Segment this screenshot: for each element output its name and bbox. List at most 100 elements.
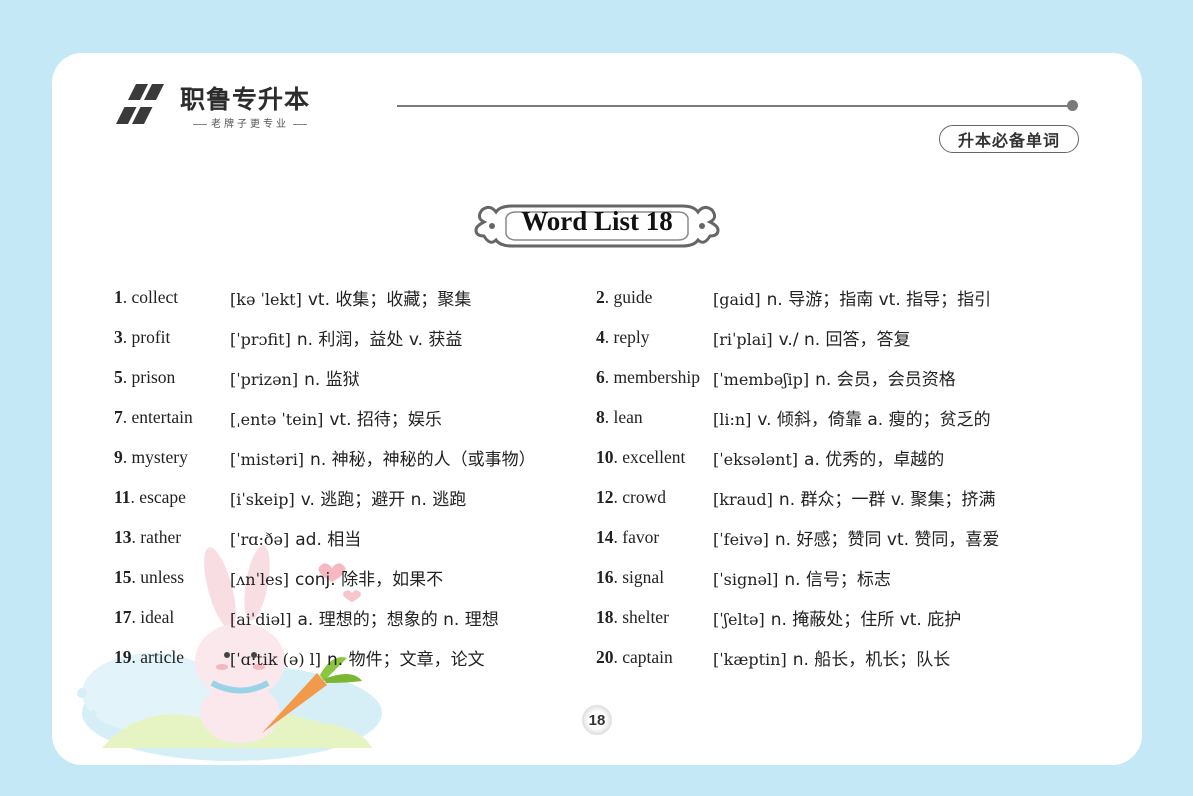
entry-number: 14 xyxy=(596,526,614,547)
list-item: 2. guide [gaid] n. 导游；指南 vt. 指导；指引 xyxy=(596,286,992,310)
list-item: 1. collect [kə ˈlekt] vt. 收集；收藏；聚集 xyxy=(114,286,472,310)
entry-number: 19 xyxy=(114,646,132,667)
entry-phonetic: [kə ˈlekt] vt. 收集；收藏；聚集 xyxy=(230,289,472,310)
entry-word: prison xyxy=(131,366,176,387)
entry-phonetic: [ˈfeivə] n. 好感；赞同 vt. 赞同，喜爱 xyxy=(713,529,1000,550)
entry-word: unless xyxy=(140,566,184,587)
list-item: 5. prison [ˈprizən] n. 监狱 xyxy=(114,366,360,390)
entry-phonetic: [iˈskeip] v. 逃跑；避开 n. 逃跑 xyxy=(230,489,467,510)
entry-definition: n. 神秘，神秘的人（或事物） xyxy=(310,449,536,470)
list-item: 7. entertain [ˌentə ˈtein] vt. 招待；娱乐 xyxy=(114,406,442,430)
entry-number: 8 xyxy=(596,406,605,427)
entry-definition: vt. 招待；娱乐 xyxy=(329,409,442,430)
entry-number: 4 xyxy=(596,326,605,347)
entry-definition: n. 物件；文章，论文 xyxy=(327,649,485,670)
entry-definition: v. 逃跑；避开 n. 逃跑 xyxy=(300,489,467,510)
page-card: 职鲁专升本 老牌子更专业 升本必备单词 Word List 18 1 . col… xyxy=(52,53,1142,765)
entry-number: 11 xyxy=(114,486,131,507)
entry-phonetic: [ˈmistəri] n. 神秘，神秘的人（或事物） xyxy=(230,449,536,470)
entry-phonetic: [gaid] n. 导游；指南 vt. 指导；指引 xyxy=(713,289,992,310)
entry-phonetic: [riˈplai] v./ n. 回答，答复 xyxy=(713,329,911,350)
page-number: 18 xyxy=(582,705,612,735)
entry-number: 17 xyxy=(114,606,132,627)
entry-definition: v./ n. 回答，答复 xyxy=(778,329,911,350)
entry-number: 7 xyxy=(114,406,123,427)
entry-number: 13 xyxy=(114,526,132,547)
entry-phonetic: [ʌnˈles] conj. 除非，如果不 xyxy=(230,569,444,590)
entry-definition: v. 倾斜，倚靠 a. 瘦的；贫乏的 xyxy=(757,409,991,430)
entry-word: entertain xyxy=(131,406,193,427)
entry-word: signal xyxy=(622,566,665,587)
entry-definition: n. 掩蔽处；住所 vt. 庇护 xyxy=(770,609,962,630)
entry-phonetic: [ˈkæptin] n. 船长，机长；队长 xyxy=(713,649,951,670)
entry-word: article xyxy=(140,646,184,667)
entry-word: rather xyxy=(140,526,182,547)
entry-phonetic: [ˈrɑ:ðə] ad. 相当 xyxy=(230,529,362,550)
entry-phonetic: [kraud] n. 群众；一群 v. 聚集；挤满 xyxy=(713,489,996,510)
entry-word: collect xyxy=(131,286,179,307)
entry-definition: ad. 相当 xyxy=(295,529,362,550)
entry-number: 5 xyxy=(114,366,123,387)
entry-definition: n. 船长，机长；队长 xyxy=(792,649,951,670)
list-item: 4. reply [riˈplai] v./ n. 回答，答复 xyxy=(596,326,911,350)
entry-definition: n. 利润，益处 v. 获益 xyxy=(296,329,463,350)
entry-word: profit xyxy=(131,326,171,347)
entry-phonetic: [ˈsignəl] n. 信号；标志 xyxy=(713,569,891,590)
entry-phonetic: [ˈprizən] n. 监狱 xyxy=(230,369,360,390)
list-item: 15. unless [ʌnˈles] conj. 除非，如果不 xyxy=(114,566,444,590)
entry-word: ideal xyxy=(140,606,175,627)
entry-phonetic: [ˈeksələnt] a. 优秀的，卓越的 xyxy=(713,449,945,470)
entry-phonetic: [ˌentə ˈtein] vt. 招待；娱乐 xyxy=(230,409,442,430)
list-item: 20. captain [ˈkæptin] n. 船长，机长；队长 xyxy=(596,646,951,670)
entry-word: mystery xyxy=(131,446,188,467)
entry-word: favor xyxy=(622,526,660,547)
entry-definition: n. 会员，会员资格 xyxy=(815,369,956,390)
entry-definition: a. 优秀的，卓越的 xyxy=(804,449,945,470)
entry-phonetic: [ˈmembəʃip] n. 会员，会员资格 xyxy=(713,369,956,390)
entry-word: reply xyxy=(613,326,650,347)
list-item: 10. excellent [ˈeksələnt] a. 优秀的，卓越的 xyxy=(596,446,945,470)
entry-phonetic: [aiˈdiəl] a. 理想的；想象的 n. 理想 xyxy=(230,609,499,630)
list-item: 12. crowd [kraud] n. 群众；一群 v. 聚集；挤满 xyxy=(596,486,996,510)
list-item: 16. signal [ˈsignəl] n. 信号；标志 xyxy=(596,566,891,590)
entry-word: excellent xyxy=(622,446,686,467)
entry-number: 20 xyxy=(596,646,614,667)
entry-word: membership xyxy=(613,366,701,387)
entry-phonetic: [ˈprɔfit] n. 利润，益处 v. 获益 xyxy=(230,329,463,350)
list-item: 13. rather [ˈrɑ:ðə] ad. 相当 xyxy=(114,526,362,550)
word-list: 1. collect [kə ˈlekt] vt. 收集；收藏；聚集 3. pro… xyxy=(52,53,1142,765)
entry-number: 9 xyxy=(114,446,123,467)
entry-word: guide xyxy=(613,286,653,307)
list-item: 8. lean [li:n] v. 倾斜，倚靠 a. 瘦的；贫乏的 xyxy=(596,406,991,430)
entry-word: shelter xyxy=(622,606,669,627)
entry-definition: n. 监狱 xyxy=(304,369,360,390)
entry-definition: n. 信号；标志 xyxy=(784,569,891,590)
entry-number: 3 xyxy=(114,326,123,347)
entry-word: escape xyxy=(139,486,186,507)
entry-phonetic: [ˈʃeltə] n. 掩蔽处；住所 vt. 庇护 xyxy=(713,609,962,630)
entry-definition: n. 群众；一群 v. 聚集；挤满 xyxy=(778,489,996,510)
entry-phonetic: [li:n] v. 倾斜，倚靠 a. 瘦的；贫乏的 xyxy=(713,409,991,430)
entry-number: 12 xyxy=(596,486,614,507)
entry-number: 10 xyxy=(596,446,614,467)
entry-definition: a. 理想的；想象的 n. 理想 xyxy=(297,609,499,630)
entry-definition: n. 导游；指南 vt. 指导；指引 xyxy=(766,289,992,310)
entry-definition: vt. 收集；收藏；聚集 xyxy=(307,289,472,310)
list-item: 11. escape [iˈskeip] v. 逃跑；避开 n. 逃跑 xyxy=(114,486,467,510)
entry-number: 15 xyxy=(114,566,132,587)
entry-definition: conj. 除非，如果不 xyxy=(295,569,444,590)
entry-word: crowd xyxy=(622,486,666,507)
list-item: 19. article [ˈɑ:tik (ə) l] n. 物件；文章，论文 xyxy=(114,646,485,670)
entry-number: 16 xyxy=(596,566,614,587)
list-item: 6. membership [ˈmembəʃip] n. 会员，会员资格 xyxy=(596,366,956,390)
entry-number: 1 xyxy=(114,286,123,307)
entry-definition: n. 好感；赞同 vt. 赞同，喜爱 xyxy=(774,529,1000,550)
list-item: 3. profit [ˈprɔfit] n. 利润，益处 v. 获益 xyxy=(114,326,463,350)
entry-word: lean xyxy=(613,406,643,427)
entry-word: captain xyxy=(622,646,673,667)
entry-phonetic: [ˈɑ:tik (ə) l] n. 物件；文章，论文 xyxy=(230,649,485,670)
entry-number: 6 xyxy=(596,366,605,387)
list-item: 14. favor [ˈfeivə] n. 好感；赞同 vt. 赞同，喜爱 xyxy=(596,526,1000,550)
list-item: 17. ideal [aiˈdiəl] a. 理想的；想象的 n. 理想 xyxy=(114,606,499,630)
list-item: 18. shelter [ˈʃeltə] n. 掩蔽处；住所 vt. 庇护 xyxy=(596,606,962,630)
